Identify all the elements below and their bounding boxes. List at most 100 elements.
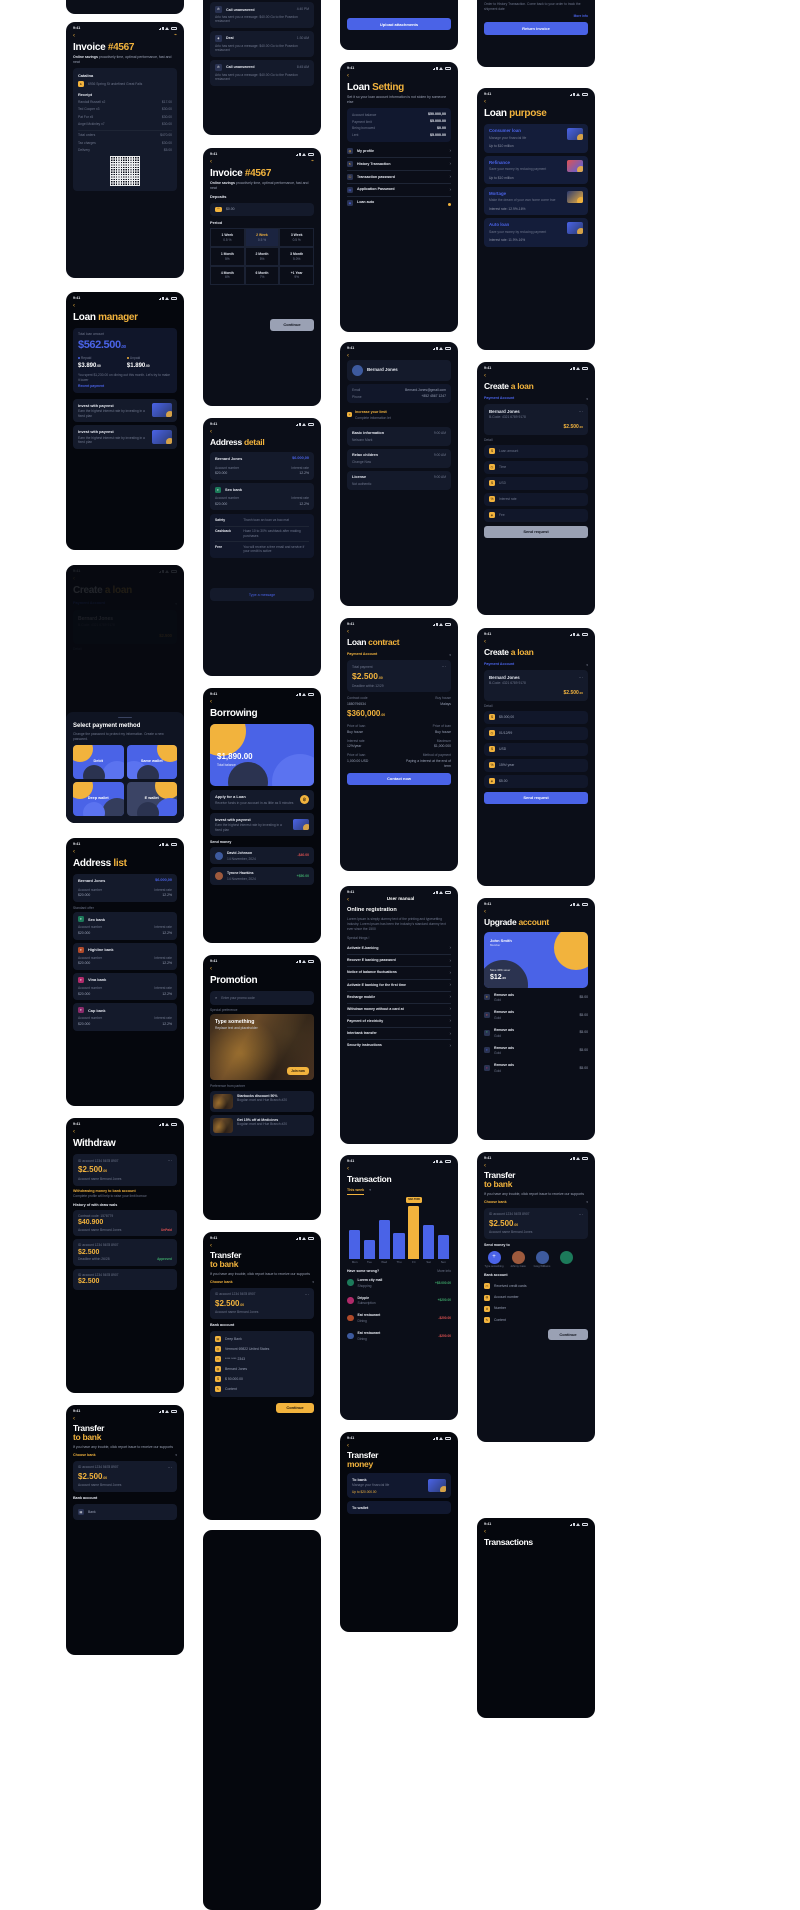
bank-row[interactable]: ✦ Highline bank Account number $20.000 Int…	[73, 942, 177, 971]
bank-row[interactable]: ✦ Cap bank Account number $20.000 Interest…	[73, 1003, 177, 1031]
send-person-add[interactable]: + Type something	[484, 1250, 504, 1269]
send-person[interactable]: Greg Williams	[532, 1250, 552, 1269]
manual-item[interactable]: Notice of balance fluctuations ›	[347, 967, 451, 979]
join-now-button[interactable]: Join now	[287, 1066, 309, 1076]
continue-button[interactable]: Continue	[548, 1329, 588, 1341]
field-content[interactable]: ✎ Content	[484, 1314, 588, 1325]
send-request-button[interactable]: Send request	[484, 791, 588, 805]
period-cell[interactable]: 4 Month 6%	[210, 265, 245, 285]
purpose-refinance[interactable]: Refinance Save your money by reducing pa…	[484, 155, 588, 184]
choose-bank-dropdown[interactable]: Choose bank	[210, 1280, 233, 1285]
payment-method-debit[interactable]: Debit	[73, 745, 124, 779]
upload-attachments-button[interactable]: Upload attachments	[347, 18, 451, 31]
period-cell[interactable]: 2 Month 5%	[244, 246, 280, 266]
increase-limit-link[interactable]: Increase your limit	[355, 410, 387, 414]
field-currency[interactable]: $ USD	[484, 742, 588, 756]
back-button[interactable]: ‹	[66, 848, 184, 855]
field-account-number[interactable]: ◍ Account number	[484, 1292, 588, 1303]
filter-this-week[interactable]: This week	[347, 1188, 365, 1196]
share-icon[interactable]: ⌁	[311, 158, 314, 165]
info-item[interactable]: Relax children 9:00 AM Change Now	[347, 448, 451, 469]
chart-bar[interactable]	[349, 1230, 361, 1260]
choose-bank-dropdown[interactable]: Choose bank	[73, 1453, 96, 1458]
more-icon[interactable]: ⋯	[442, 664, 447, 670]
offer-row[interactable]: Get 15% off at Medicines Bogdan mart and…	[210, 1114, 314, 1136]
field-value[interactable]: Bernard Jones	[225, 1367, 247, 1372]
back-button[interactable]: ‹	[340, 1165, 458, 1172]
back-button[interactable]: ‹	[347, 896, 356, 903]
history-row[interactable]: ID account 1234 5678 8907 $2.500	[73, 1268, 177, 1291]
payment-method-same-wallet[interactable]: Same wallet	[126, 745, 177, 779]
period-cell[interactable]: 1 Week 0.5 %	[210, 228, 245, 247]
purpose-mortage[interactable]: Mortage Make the dream of your own home …	[484, 186, 588, 216]
transaction-row[interactable]: Eat restaurant Dining -$200.00	[347, 1327, 451, 1345]
info-item[interactable]: License 9:00 AM Not authentic	[347, 471, 451, 491]
call-row[interactable]: ✆ Call unanswered 4:40 PM Arlo has sent …	[210, 2, 314, 28]
continue-button[interactable]: Continue	[276, 1402, 314, 1414]
field-currency[interactable]: $ USD	[484, 476, 588, 490]
back-button[interactable]: ‹	[477, 98, 595, 105]
period-cell[interactable]: +1 Year 9%	[279, 265, 314, 285]
back-button[interactable]: ‹	[66, 1415, 184, 1422]
field-value[interactable]: Deep Bank	[225, 1337, 242, 1342]
send-person[interactable]: Johnny Cass	[508, 1250, 528, 1269]
chart-bar[interactable]	[408, 1206, 420, 1260]
period-cell[interactable]: 6 Month 7%	[244, 265, 280, 285]
period-cell[interactable]: 2 Week 0.5 %	[244, 228, 280, 247]
field-loan-amount[interactable]: $ Loan amount	[484, 444, 588, 458]
info-item[interactable]: Basic information 9:00 AM Nelsonn Mark	[347, 426, 451, 446]
period-cell[interactable]: 1 Month 5%	[210, 246, 245, 266]
contact-now-button[interactable]: Contact now	[347, 772, 451, 786]
return-invoice-button[interactable]: Return invoice	[484, 22, 588, 35]
upgrade-row[interactable]: ✦ Remove ads Gold $5.00	[484, 988, 588, 1006]
manual-item[interactable]: Recover E banking password ›	[347, 955, 451, 967]
back-button[interactable]: ‹	[340, 1442, 458, 1449]
purpose-auto-loan[interactable]: Auto loan Save your money by reducing pa…	[484, 218, 588, 247]
chart-bar[interactable]	[422, 1224, 435, 1260]
upgrade-row[interactable]: ✦ Remove ads Gold $5.00	[484, 1041, 588, 1059]
transaction-row[interactable]: Eat restaurant Dining -$200.00	[347, 1309, 451, 1327]
payment-account-dropdown[interactable]: Payment Account	[347, 652, 377, 657]
bank-field[interactable]: Bank	[88, 1510, 96, 1515]
more-icon[interactable]: ⋯	[579, 1212, 584, 1218]
field-value[interactable]: Vermont 69822 United States	[225, 1347, 269, 1352]
manual-item[interactable]: Recharge mobile ›	[347, 991, 451, 1003]
person-row[interactable]: David Johnson 14 November, 2024 -$40.00	[210, 847, 314, 865]
field-loan-amount[interactable]: $ $5.000,00	[484, 710, 588, 724]
more-info-link[interactable]: More info	[484, 14, 588, 18]
field-value[interactable]: Content	[225, 1387, 237, 1392]
back-button[interactable]: ‹	[477, 908, 595, 915]
more-icon[interactable]: ⋯	[168, 1465, 173, 1471]
back-button[interactable]: ‹	[210, 158, 219, 165]
chart-bar[interactable]	[363, 1240, 376, 1260]
send-request-button[interactable]: Send request	[484, 525, 588, 539]
promo-hero[interactable]: Type something Replace text and placehol…	[210, 1014, 314, 1081]
send-person[interactable]	[556, 1250, 576, 1264]
continue-button[interactable]: Continue	[270, 318, 314, 332]
field-interest-rate[interactable]: % Interest rate	[484, 492, 588, 506]
manual-item[interactable]: Security instructions ›	[347, 1040, 451, 1052]
more-icon[interactable]: ⋯	[579, 409, 584, 415]
transaction-row[interactable]: Lorem city mall Shopping +$5.000.00	[347, 1274, 451, 1292]
field-fee[interactable]: ◈ Fee	[484, 508, 588, 522]
chart-bar[interactable]	[378, 1219, 390, 1260]
field-value[interactable]: $ 50.000.00	[225, 1377, 243, 1382]
purpose-consumer-loan[interactable]: Consumer loan Manage your financial life…	[484, 124, 588, 153]
back-button[interactable]: ‹	[340, 352, 458, 359]
recent-payment-link[interactable]: Recent payment	[78, 384, 172, 389]
upgrade-row[interactable]: ✦ Remove ads Gold $5.00	[484, 1024, 588, 1042]
manual-item[interactable]: Withdraw money without a card at ›	[347, 1003, 451, 1015]
field-fee[interactable]: ◈ $5.00	[484, 774, 588, 788]
back-button[interactable]: ‹	[66, 1128, 184, 1135]
more-info-link[interactable]: More info	[437, 1269, 451, 1273]
offer-row[interactable]: Starbucks discount 50% Bogdan mart and H…	[210, 1090, 314, 1112]
menu-item-my-profile[interactable]: ◍ My profile ›	[347, 145, 451, 157]
menu-item-history[interactable]: ↻ History Transaction ›	[347, 158, 451, 170]
share-icon[interactable]: ⌁	[174, 32, 177, 39]
payment-account-dropdown[interactable]: Payment Account	[484, 396, 514, 401]
bank-row[interactable]: ✦ Vina bank Account number $20.000 Interes…	[73, 973, 177, 1001]
back-button[interactable]: ‹	[477, 638, 595, 645]
bank-row[interactable]: ✦ Sex bank Account number $20.000 Interest…	[210, 482, 314, 511]
chart-bar[interactable]	[437, 1235, 449, 1260]
menu-item-application-password[interactable]: ▤ Application Password ›	[347, 184, 451, 196]
